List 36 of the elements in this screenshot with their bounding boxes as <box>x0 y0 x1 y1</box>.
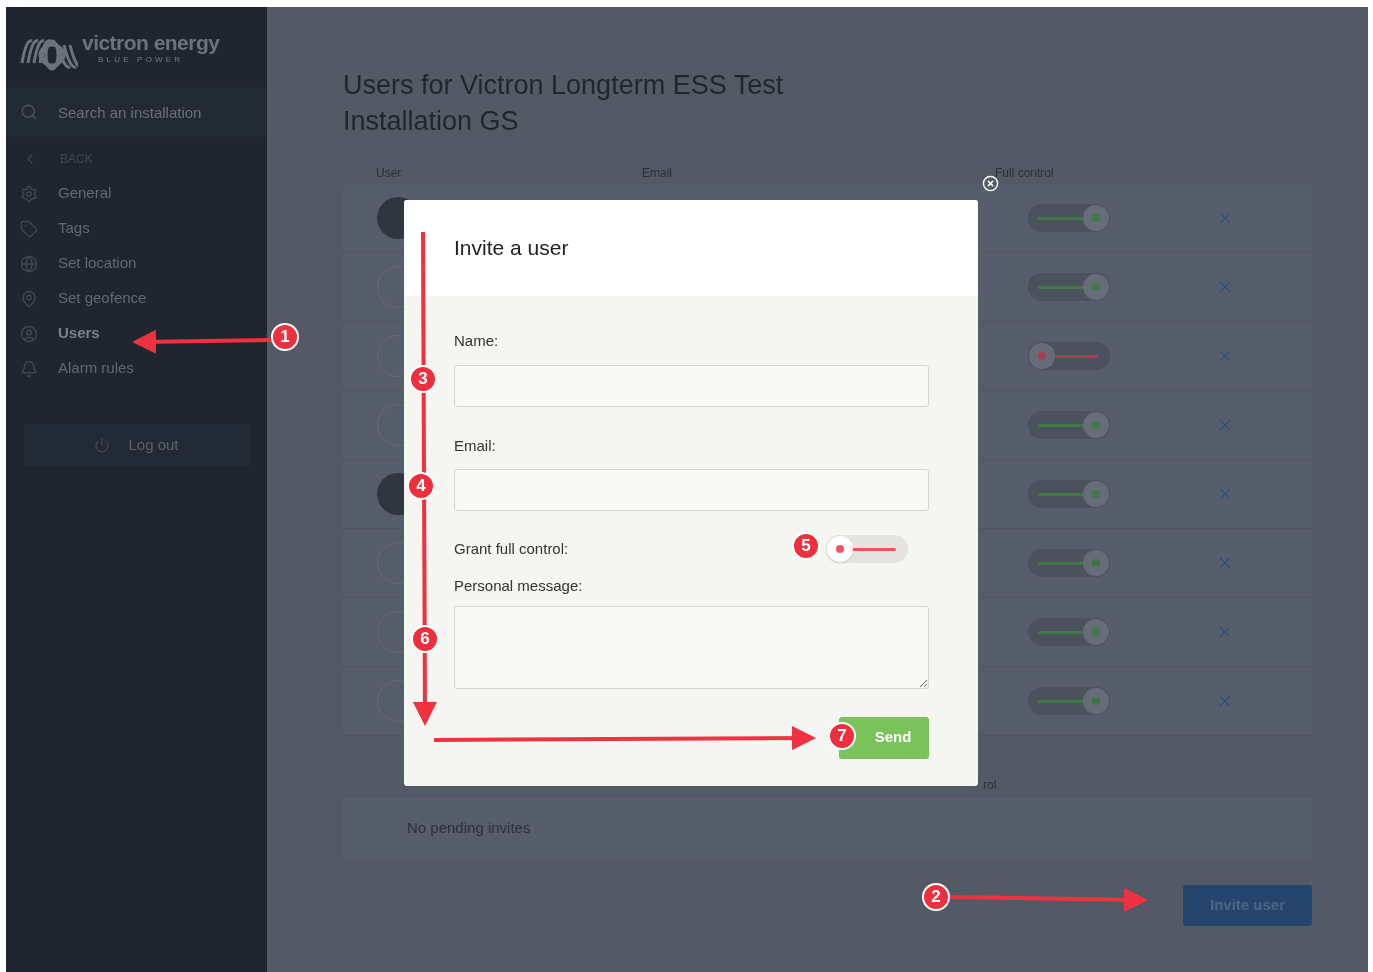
globe-icon <box>20 254 38 273</box>
close-icon[interactable] <box>982 175 999 192</box>
tag-icon <box>20 219 38 238</box>
name-field[interactable] <box>454 364 929 407</box>
field-label: Email: <box>454 435 497 456</box>
field-label: Grant full control: <box>454 538 569 559</box>
gear-icon <box>20 184 38 203</box>
toggle-switch[interactable] <box>1028 480 1110 508</box>
logo-text: victron energy <box>82 32 220 53</box>
toggle-switch[interactable] <box>1028 549 1110 577</box>
toggle-switch[interactable] <box>1028 618 1110 646</box>
sidebar-item[interactable]: Tags <box>6 211 267 246</box>
search-icon <box>20 103 38 121</box>
dialog-title: Invite a user <box>454 235 569 262</box>
sidebar-item[interactable]: Set location <box>6 246 267 281</box>
power-icon <box>94 437 111 453</box>
sidebar-item[interactable]: General <box>6 176 267 211</box>
toggle-switch[interactable] <box>1028 411 1110 439</box>
toggle-switch[interactable] <box>1028 687 1110 715</box>
toggle-switch[interactable] <box>1028 273 1110 301</box>
message-field[interactable] <box>454 605 929 689</box>
logo-tagline: BLUE POWER <box>97 54 185 66</box>
sidebar-item[interactable]: Alarm rules <box>6 351 267 386</box>
search-field[interactable]: Search an installation <box>6 87 267 137</box>
bell-icon <box>20 359 38 378</box>
field-label: Name: <box>454 331 500 351</box>
user-icon <box>20 324 38 343</box>
toggle-switch[interactable] <box>1028 342 1110 370</box>
toggle-switch[interactable] <box>826 535 908 563</box>
map-pin-icon <box>20 289 38 308</box>
toggle-switch[interactable] <box>1028 204 1110 232</box>
sidebar-item[interactable]: Set geofence <box>6 281 267 316</box>
email-field[interactable] <box>454 469 929 511</box>
field-label: Personal message: <box>454 576 584 596</box>
logout-button[interactable]: Log out <box>24 424 249 466</box>
sidebar-item[interactable]: Users <box>6 316 267 351</box>
